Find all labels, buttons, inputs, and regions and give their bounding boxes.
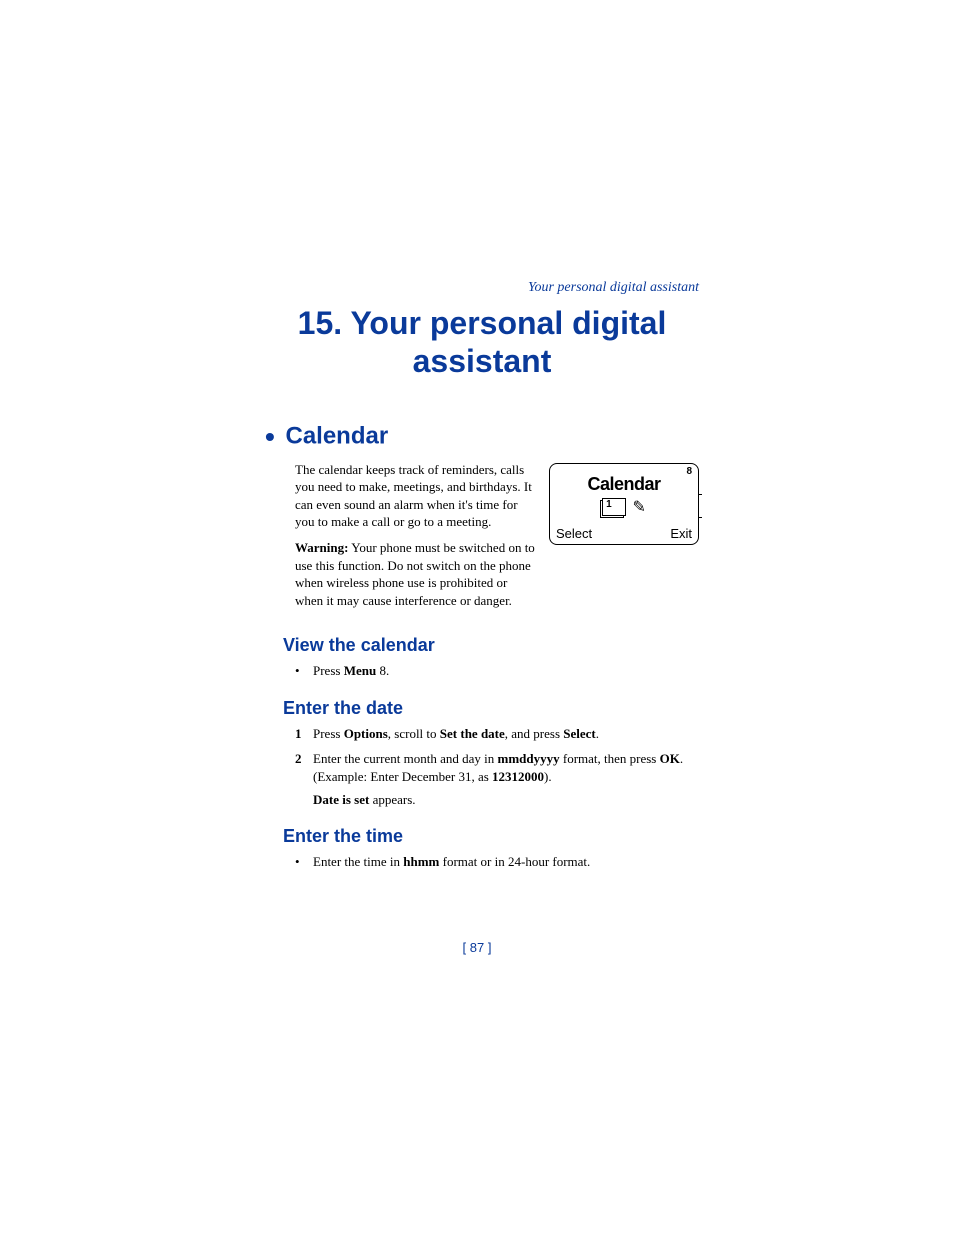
- step-bold: hhmm: [403, 854, 439, 869]
- step-number: 1: [295, 725, 302, 743]
- screen-icons: ✎: [556, 497, 692, 517]
- screen-menu-number: 8: [686, 466, 692, 477]
- date-set-result: Date is set appears.: [313, 792, 699, 808]
- b: mmddyyyy: [497, 751, 559, 766]
- pencil-note-icon: ✎: [633, 497, 646, 517]
- screen-title: Calendar: [556, 474, 692, 495]
- step-text: Enter the time in: [313, 854, 403, 869]
- result-suffix: appears.: [369, 792, 415, 807]
- calendar-intro: The calendar keeps track of reminders, c…: [295, 461, 535, 531]
- bullet-icon: •: [265, 421, 275, 452]
- step-bold: Menu: [344, 663, 377, 678]
- b: OK: [660, 751, 680, 766]
- softkey-right: Exit: [670, 526, 692, 541]
- b: Select: [563, 726, 595, 741]
- phone-screen-figure: 8 Calendar ✎ Select Exit: [549, 463, 699, 545]
- list-item: 1 Press Options, scroll to Set the date,…: [295, 725, 699, 743]
- subheading-enter-date: Enter the date: [283, 698, 699, 719]
- b: Set the date: [440, 726, 505, 741]
- calendar-page-icon: [602, 498, 626, 516]
- enter-time-steps: Enter the time in hhmm format or in 24-h…: [295, 853, 699, 871]
- enter-date-steps: 1 Press Options, scroll to Set the date,…: [295, 725, 699, 786]
- step-suffix: format or in 24-hour format.: [439, 854, 590, 869]
- softkey-left: Select: [556, 526, 592, 541]
- t: .: [596, 726, 599, 741]
- warning-block: Warning: Your phone must be switched on …: [295, 539, 535, 609]
- t: Press: [313, 726, 344, 741]
- list-item: Enter the time in hhmm format or in 24-h…: [295, 853, 699, 871]
- t: Enter the current month and day in: [313, 751, 497, 766]
- scroll-indicator-icon: [696, 494, 702, 518]
- phone-screen: 8 Calendar ✎ Select Exit: [549, 463, 699, 545]
- section-heading-calendar: • Calendar: [265, 421, 699, 453]
- chapter-title-line1: Your personal digital: [350, 305, 666, 341]
- subheading-enter-time: Enter the time: [283, 826, 699, 847]
- chapter-number: 15.: [298, 305, 342, 341]
- chapter-title-line2: assistant: [413, 343, 552, 379]
- result-bold: Date is set: [313, 792, 369, 807]
- chapter-title: 15. Your personal digital assistant: [265, 304, 699, 381]
- t: ).: [544, 769, 552, 784]
- page-number: [ 87 ]: [0, 940, 954, 955]
- t: , and press: [505, 726, 564, 741]
- subheading-view-calendar: View the calendar: [283, 635, 699, 656]
- t: , scroll to: [388, 726, 440, 741]
- b: Options: [344, 726, 388, 741]
- b: 12312000: [492, 769, 544, 784]
- view-calendar-steps: Press Menu 8.: [295, 662, 699, 680]
- t: format, then press: [560, 751, 660, 766]
- step-text: Press: [313, 663, 344, 678]
- running-header: Your personal digital assistant: [265, 280, 699, 296]
- list-item: 2 Enter the current month and day in mmd…: [295, 750, 699, 786]
- warning-label: Warning:: [295, 540, 348, 555]
- step-suffix: 8.: [376, 663, 389, 678]
- step-number: 2: [295, 750, 302, 768]
- section-title-text: Calendar: [285, 422, 388, 449]
- list-item: Press Menu 8.: [295, 662, 699, 680]
